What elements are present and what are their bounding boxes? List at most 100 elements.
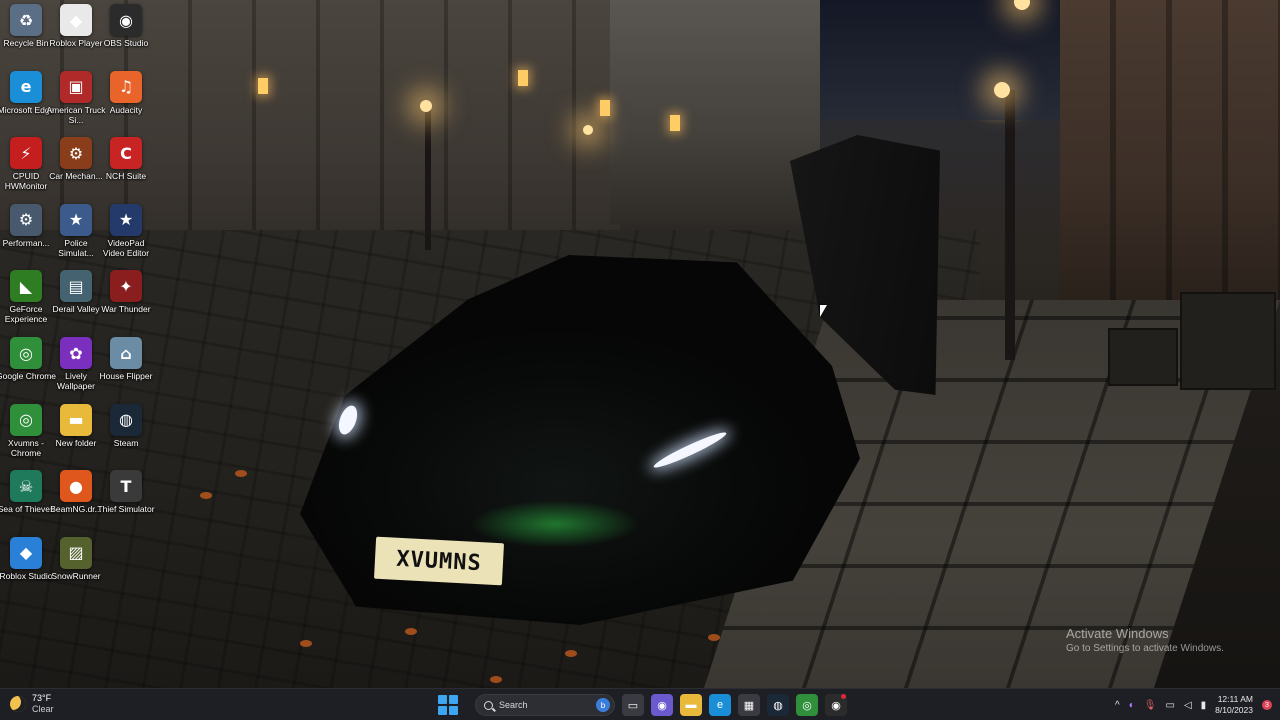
audacity-icon: ♫ [110,70,142,103]
notification-badge[interactable]: 3 [1262,700,1272,710]
roblox-studio-icon: ◆ [10,536,42,569]
taskbar-app-chat-icon[interactable]: ◉ [651,694,673,716]
volume-icon[interactable]: ◁ [1184,700,1192,711]
desktop-icon-cpuid-hwmonitor[interactable]: ⚡ CPUID HWMonitor [0,137,52,201]
start-button[interactable] [438,695,458,715]
performan-icon: ⚙ [10,203,42,236]
desktop-icon-war-thunder[interactable]: ✦ War Thunder [100,270,152,334]
desktop-icon-google-chrome[interactable]: ◎ Google Chrome [0,337,56,401]
desktop-icon-new-folder[interactable]: ▬ New folder [50,403,102,468]
wallpaper-lamp-glow [583,125,593,135]
wallpaper-window-light [600,100,610,116]
videopad-video-editor-icon: ★ [110,203,142,236]
taskbar-app-chrome-icon[interactable]: ◎ [796,694,818,716]
desktop-icon-label: War Thunder [101,304,151,315]
taskbar-app-task-view-icon[interactable]: ▭ [622,694,644,716]
taskbar-app-store-icon[interactable]: ▦ [738,694,760,716]
desktop-icon-car-mechan[interactable]: ⚙ Car Mechan... [49,137,103,201]
show-hidden-icons-chevron-icon[interactable]: ^ [1115,700,1120,711]
taskbar-app-file-explorer-icon[interactable]: ▬ [680,694,702,716]
steam-icon: ◍ [110,403,142,436]
wallpaper-window-light [258,78,268,94]
desktop-icon-label: Thief Simulator [97,504,155,515]
desktop-icon-roblox-studio[interactable]: ◆ Roblox Studio [0,536,52,601]
cpuid-hwmonitor-icon: ⚡ [10,137,42,170]
wallpaper-lamp-post [425,110,431,250]
desktop-icon-nch-suite[interactable]: C NCH Suite [100,137,152,201]
search-placeholder: Search [499,700,528,710]
mouse-cursor-icon [820,305,827,317]
wallpaper-leaf [200,492,212,499]
roblox-player-icon: ◆ [60,4,92,36]
copilot-icon[interactable]: ◐ [1129,700,1135,711]
desktop-icon-audacity[interactable]: ♫ Audacity [100,70,152,135]
desktop-icon-performan[interactable]: ⚙ Performan... [0,203,52,268]
thief-simulator-icon: T [110,470,142,503]
activate-windows-subtitle: Go to Settings to activate Windows. [1066,643,1224,654]
desktop-icon-sea-of-thieves[interactable]: ☠ Sea of Thieves [0,470,54,534]
windows-logo-pane [438,706,447,715]
wallpaper-window-light [518,70,528,86]
war-thunder-icon: ✦ [110,270,142,303]
windows-logo-pane [449,706,458,715]
wallpaper-leaf [490,676,502,683]
desktop-icon-xvumns-chrome[interactable]: ◎ Xvumns - Chrome [0,403,52,468]
desktop-wallpaper: XVUMNS [0,0,1280,688]
nch-suite-icon: C [110,137,142,170]
recording-indicator-icon [841,694,846,699]
derail-valley-icon: ▤ [60,270,92,303]
weather-widget[interactable]: 73°F Clear [10,693,54,715]
wallpaper-license-plate: XVUMNS [373,536,505,586]
desktop-icon-derail-valley[interactable]: ▤ Derail Valley [50,270,102,334]
desktop-icon-obs-studio[interactable]: ◉ OBS Studio [100,4,152,68]
microphone-icon[interactable]: 🎙︎ [1144,700,1157,711]
google-chrome-icon: ◎ [10,337,42,369]
house-flipper-icon: ⌂ [110,337,142,369]
battery-icon[interactable]: ▮ [1201,700,1207,711]
recycle-bin-icon: ♻ [10,4,42,36]
desktop-icon-house-flipper[interactable]: ⌂ House Flipper [100,337,152,401]
desktop-icon-lively-wallpaper[interactable]: ✿ Lively Wallpaper [50,337,102,401]
windows-logo-pane [438,695,447,704]
wallpaper-car-underglow [470,500,640,548]
desktop-icon-label: Audacity [109,104,143,115]
network-icon[interactable]: ▭ [1166,700,1175,711]
snowrunner-icon: ▨ [60,536,92,569]
desktop-icon-label: House Flipper [99,371,153,381]
desktop-icon-snowrunner[interactable]: ▨ SnowRunner [50,536,102,601]
desktop-icon-label: SnowRunner [51,570,101,581]
new-folder-icon: ▬ [60,403,92,436]
geforce-experience-icon: ◣ [10,270,42,303]
taskbar-app-steam-icon[interactable]: ◍ [767,694,789,716]
sea-of-thieves-icon: ☠ [10,470,42,503]
desktop-icon-american-truck-si[interactable]: ▣ American Truck Si... [46,70,106,135]
american-truck-si-icon: ▣ [60,70,92,103]
taskbar-clock[interactable]: 12:11 AM 8/10/2023 [1215,694,1253,716]
desktop-icon-label: NCH Suite [105,171,147,182]
desktop-icon-geforce-experience[interactable]: ◣ GeForce Experience [0,270,52,334]
desktop-icon-thief-simulator[interactable]: T Thief Simulator [97,470,155,534]
bing-icon[interactable]: b [596,698,610,712]
wallpaper-leaf [565,650,577,657]
desktop-icon-steam[interactable]: ◍ Steam [100,403,152,468]
wallpaper-leaf [405,628,417,635]
wallpaper-lamp-post [1005,90,1015,360]
desktop-icon-label: OBS Studio [103,38,149,48]
taskbar-app-edge-icon[interactable]: e [709,694,731,716]
activate-windows-title: Activate Windows [1066,626,1169,641]
desktop-icon-videopad-video-editor[interactable]: ★ VideoPad Video Editor [100,203,152,268]
desktop-icon-grid: ♻ Recycle Bin ◆ Roblox Player ◉ OBS Studio e Mi… [0,0,160,688]
taskbar-search-box[interactable]: Search b [475,694,615,716]
police-simulat-icon: ★ [60,203,92,236]
clock-date: 8/10/2023 [1215,705,1253,715]
desktop-icon-police-simulat[interactable]: ★ Police Simulat... [50,203,102,268]
car-mechan-icon: ⚙ [60,137,92,170]
desktop-icon-microsoft-edge[interactable]: e Microsoft Edge [0,70,54,135]
desktop-icon-beamng-dr[interactable]: ● BeamNG.dr... [50,470,102,534]
wallpaper-sky [800,0,1080,120]
wallpaper-lamp-glow [420,100,432,112]
desktop-icon-recycle-bin[interactable]: ♻ Recycle Bin [0,4,52,68]
desktop-icon-roblox-player[interactable]: ◆ Roblox Player [50,4,102,68]
taskbar-app-obs-icon[interactable]: ◉ [825,694,847,716]
activate-windows-watermark: Activate Windows Go to Settings to activ… [1066,626,1224,654]
